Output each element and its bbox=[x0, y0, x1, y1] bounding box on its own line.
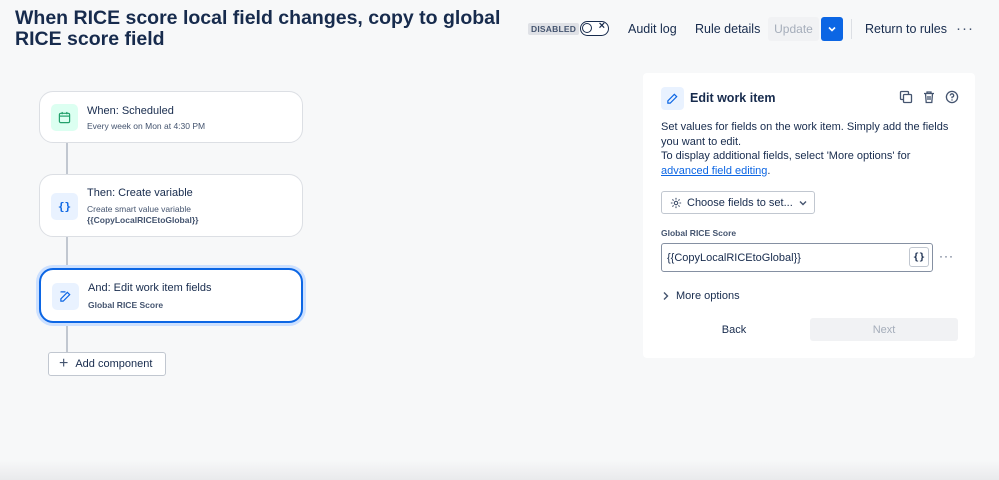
braces-icon: {} bbox=[51, 193, 78, 220]
field-more-icon[interactable]: ··· bbox=[939, 249, 954, 263]
trigger-subtitle: Every week on Mon at 4:30 PM bbox=[87, 121, 206, 131]
edit-work-item-subtitle: Global RICE Score bbox=[88, 300, 164, 310]
flow-connector bbox=[66, 323, 68, 352]
advanced-field-editing-link[interactable]: advanced field editing bbox=[661, 165, 767, 177]
chevron-down-icon bbox=[828, 26, 836, 32]
create-variable-subtitle: Create smart value variable bbox=[87, 204, 191, 214]
edit-work-item-card[interactable]: And: Edit work item fields Global RICE S… bbox=[39, 268, 303, 323]
desc-line-2: To display additional fields, select 'Mo… bbox=[661, 150, 911, 162]
plus-icon: + bbox=[59, 355, 69, 372]
choose-fields-button[interactable]: Choose fields to set... bbox=[661, 191, 815, 214]
page-title: When RICE score local field changes, cop… bbox=[15, 7, 501, 50]
choose-fields-label: Choose fields to set... bbox=[687, 196, 793, 209]
help-icon[interactable] bbox=[945, 90, 959, 104]
global-rice-score-label: Global RICE Score bbox=[661, 228, 737, 238]
panel-title: Edit work item bbox=[690, 91, 776, 105]
enable-toggle[interactable]: × bbox=[580, 20, 609, 36]
toggle-knob bbox=[582, 23, 592, 33]
status-badge: DISABLED bbox=[528, 23, 580, 35]
chevron-down-icon bbox=[799, 200, 807, 205]
create-variable-title: Then: Create variable bbox=[87, 187, 193, 199]
add-component-label: Add component bbox=[75, 358, 153, 370]
bottom-shade bbox=[0, 460, 999, 480]
next-button[interactable]: Next bbox=[810, 318, 958, 341]
edit-work-item-panel: Edit work item Set values for fields on … bbox=[643, 73, 975, 358]
global-rice-score-value: {{CopyLocalRICEtoGlobal}} bbox=[667, 251, 801, 264]
add-component-button[interactable]: + Add component bbox=[48, 352, 166, 376]
smart-value-button[interactable]: {} bbox=[909, 247, 929, 267]
edit-icon bbox=[52, 283, 79, 310]
edit-icon bbox=[661, 87, 684, 110]
back-button[interactable]: Back bbox=[661, 318, 807, 341]
flow-connector bbox=[66, 237, 68, 268]
delete-icon[interactable] bbox=[922, 90, 936, 104]
close-icon: × bbox=[598, 20, 605, 32]
update-button[interactable]: Update bbox=[768, 17, 819, 41]
duplicate-icon[interactable] bbox=[899, 90, 913, 104]
audit-log-button[interactable]: Audit log bbox=[628, 18, 677, 40]
update-dropdown-button[interactable] bbox=[821, 17, 843, 41]
create-variable-card[interactable]: {} Then: Create variable Create smart va… bbox=[39, 174, 303, 237]
chevron-right-icon bbox=[663, 292, 669, 300]
return-to-rules-button[interactable]: Return to rules bbox=[865, 18, 947, 40]
global-rice-score-input[interactable]: {{CopyLocalRICEtoGlobal}} {} bbox=[661, 243, 933, 272]
panel-description: Set values for fields on the work item. … bbox=[661, 120, 961, 178]
edit-work-item-title: And: Edit work item fields bbox=[88, 282, 212, 294]
divider bbox=[851, 19, 852, 39]
more-actions-icon[interactable]: ··· bbox=[956, 20, 974, 37]
rule-details-button[interactable]: Rule details bbox=[695, 18, 760, 40]
more-options-label: More options bbox=[676, 290, 740, 302]
calendar-icon bbox=[51, 104, 78, 131]
desc-line-1: Set values for fields on the work item. … bbox=[661, 121, 949, 148]
flow-connector bbox=[66, 143, 68, 174]
create-variable-name: {{CopyLocalRICEtoGlobal}} bbox=[87, 215, 199, 225]
more-options-toggle[interactable]: More options bbox=[662, 290, 740, 302]
trigger-title: When: Scheduled bbox=[87, 105, 174, 117]
gear-icon bbox=[670, 197, 682, 208]
trigger-card[interactable]: When: Scheduled Every week on Mon at 4:3… bbox=[39, 91, 303, 143]
desc-end: . bbox=[767, 164, 771, 177]
